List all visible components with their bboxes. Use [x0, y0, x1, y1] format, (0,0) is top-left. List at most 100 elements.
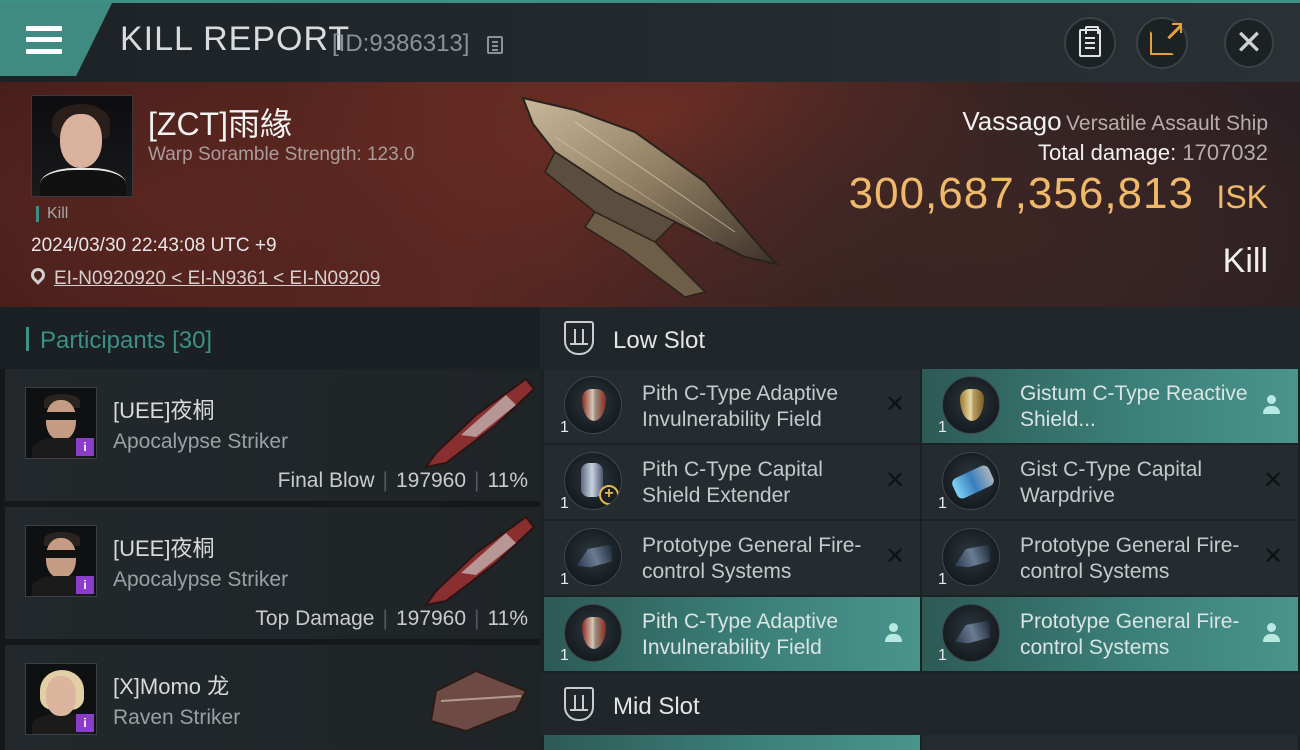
victim-stat-line: Warp Soramble Strength: 123.0 [148, 144, 415, 165]
destroyed-icon: ✕ [1262, 542, 1284, 570]
slot-item-partial[interactable] [922, 735, 1298, 750]
slot-item[interactable]: 1 Prototype General Fire-control Systems… [922, 521, 1298, 595]
low-slot-title: Low Slot [613, 327, 706, 354]
item-name: Pith C-Type Adaptive Invulnerability Fie… [642, 382, 839, 431]
clipboard-button[interactable] [1064, 17, 1116, 69]
fire-control-icon [564, 528, 622, 586]
item-quantity: 1 [560, 647, 569, 664]
slot-item[interactable]: 1 Prototype General Fire-control Systems… [544, 521, 920, 595]
participant-ship: Apocalypse Striker [113, 430, 289, 453]
close-icon: ✕ [1234, 23, 1264, 63]
participant-stats: Top Damage | 197960 | 11% [255, 607, 528, 630]
participant-avatar[interactable]: i [25, 525, 97, 597]
shield-extender-icon: + [564, 452, 622, 510]
participant-ship: Apocalypse Striker [113, 568, 289, 591]
item-name: Prototype General Fire-control Systems [1020, 610, 1240, 659]
participant-row[interactable]: i [UEE]夜桐 Apocalypse Striker Top Damage |… [5, 507, 540, 641]
participant-row[interactable]: i [UEE]夜桐 Apocalypse Striker Final Blow |… [5, 369, 540, 503]
report-id: [ID:9386313] [332, 30, 470, 57]
participant-name: [UEE]夜桐 [113, 398, 215, 423]
item-name: Gistum C-Type Reactive Shield... [1020, 382, 1248, 431]
victim-avatar[interactable] [31, 95, 133, 197]
ship-name: Vassago [962, 106, 1062, 136]
item-name: Pith C-Type Adaptive Invulnerability Fie… [642, 610, 839, 659]
copy-id-icon[interactable] [487, 36, 503, 54]
close-button[interactable]: ✕ [1224, 18, 1274, 68]
participant-name: [X]Momo 龙 [113, 674, 230, 699]
total-damage-value: 1707032 [1182, 140, 1268, 165]
share-button[interactable] [1136, 17, 1188, 69]
shield-red-icon [564, 376, 622, 434]
victim-pilot-name[interactable]: [ZCT]雨緣 [148, 99, 292, 145]
participants-header: Participants [30] [0, 307, 540, 369]
slot-item-partial[interactable] [544, 735, 920, 750]
kill-tag: Kill [36, 206, 68, 222]
slot-item[interactable]: 1 Prototype General Fire-control Systems [922, 597, 1298, 671]
victim-ship[interactable]: Vassago Versatile Assault Ship [962, 106, 1268, 137]
accent-line [0, 0, 1300, 3]
participants-title: Participants [30] [40, 327, 213, 354]
item-name: Prototype General Fire-control Systems [1020, 534, 1240, 583]
mid-slot-title: Mid Slot [613, 693, 700, 720]
isk-value: 300,687,356,813 ISK [849, 169, 1268, 219]
low-slot-header: Low Slot [540, 307, 1300, 369]
dropped-person-icon [1262, 623, 1282, 643]
isk-amount: 300,687,356,813 [848, 169, 1194, 218]
kill-timestamp: 2024/03/30 22:43:08 UTC +9 [31, 235, 277, 256]
menu-button[interactable] [0, 3, 112, 76]
warpdrive-icon [942, 452, 1000, 510]
slot-item[interactable]: 1 Gistum C-Type Reactive Shield... [922, 369, 1298, 443]
item-quantity: 1 [560, 571, 569, 588]
total-damage: Total damage: 1707032 [1038, 140, 1268, 166]
share-icon [1150, 23, 1182, 55]
slot-item[interactable]: + 1 Pith C-Type Capital Shield Extender … [544, 445, 920, 519]
participant-ship-image [429, 669, 528, 733]
item-quantity: 1 [938, 647, 947, 664]
participant-avatar[interactable]: i [25, 387, 97, 459]
participants-panel: Participants [30] i [UEE]夜桐 Apocalypse S… [0, 307, 540, 750]
item-name: Prototype General Fire-control Systems [642, 534, 862, 583]
slot-item[interactable]: 1 Gist C-Type Capital Warpdrive ✕ [922, 445, 1298, 519]
item-quantity: 1 [938, 419, 947, 436]
total-damage-label: Total damage: [1038, 140, 1177, 165]
item-quantity: 1 [560, 495, 569, 512]
hamburger-icon [26, 25, 62, 54]
security-badge-icon: i [76, 576, 94, 594]
security-badge-icon: i [76, 438, 94, 456]
item-name: Pith C-Type Capital Shield Extender [642, 458, 823, 507]
fire-control-icon [942, 604, 1000, 662]
kill-location-link[interactable]: EI-N0920920 < EI-N9361 < EI-N09209 [54, 268, 380, 290]
isk-unit: ISK [1216, 179, 1268, 215]
item-quantity: 1 [938, 495, 947, 512]
item-quantity: 1 [560, 419, 569, 436]
participant-name: [UEE]夜桐 [113, 536, 215, 561]
participant-stats: Final Blow | 197960 | 11% [277, 469, 528, 492]
security-badge-icon: i [76, 714, 94, 732]
destroyed-icon: ✕ [1262, 466, 1284, 494]
dropped-person-icon [1262, 395, 1282, 415]
item-name: Gist C-Type Capital Warpdrive [1020, 458, 1203, 507]
mid-slot-header: Mid Slot [540, 673, 1300, 735]
participant-row[interactable]: i [X]Momo 龙 Raven Striker [5, 645, 540, 750]
slot-item[interactable]: 1 Pith C-Type Adaptive Invulnerability F… [544, 369, 920, 443]
destroyed-icon: ✕ [884, 466, 906, 494]
shield-gold-icon [942, 376, 1000, 434]
fitting-panel: Low Slot 1 Pith C-Type Adaptive Invulner… [540, 307, 1300, 750]
slot-item[interactable]: 1 Pith C-Type Adaptive Invulnerability F… [544, 597, 920, 671]
top-bar: KILL REPORT [ID:9386313] ✕ [0, 0, 1300, 82]
shield-red-icon [564, 604, 622, 662]
result-label: Kill [1222, 242, 1268, 280]
page-title: KILL REPORT [120, 20, 351, 58]
mid-slot-icon [564, 687, 594, 721]
participant-ship: Raven Striker [113, 706, 241, 729]
participant-avatar[interactable]: i [25, 663, 97, 735]
dropped-person-icon [884, 623, 904, 643]
low-slot-icon [564, 321, 594, 355]
ship-class: Versatile Assault Ship [1066, 112, 1268, 135]
participant-ship-image [423, 377, 536, 469]
participant-ship-image [423, 515, 536, 607]
destroyed-icon: ✕ [884, 542, 906, 570]
item-quantity: 1 [938, 571, 947, 588]
destroyed-icon: ✕ [884, 390, 906, 418]
victim-ship-image [521, 96, 781, 298]
